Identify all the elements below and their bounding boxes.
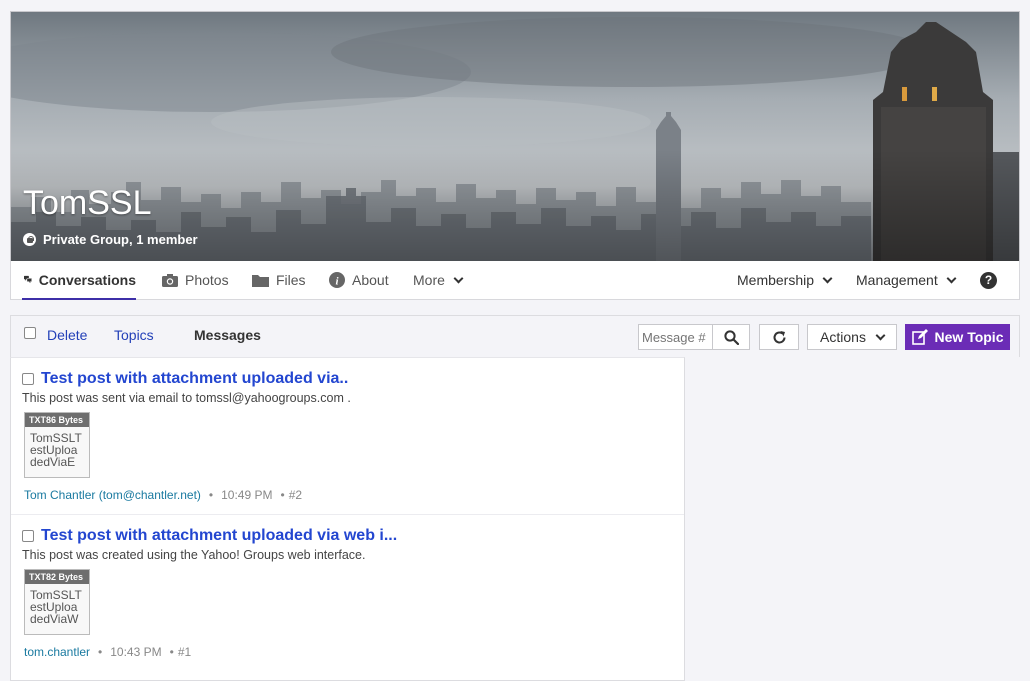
attachment-thumbnail[interactable]: TXT82 Bytes TomSSLTestUploadedViaW [24,569,90,635]
divider [11,514,684,515]
actions-label: Actions [820,329,866,345]
group-cover-banner: TomSSL Private Group, 1 member [10,11,1020,261]
bullet-separator: • [280,488,285,502]
folder-icon [252,274,269,287]
message-checkbox[interactable] [22,530,34,542]
refresh-button[interactable] [759,324,799,350]
search-icon [723,329,739,345]
cover-photo [11,12,1019,261]
chevron-down-icon [875,330,886,340]
chevron-down-icon [946,273,957,283]
message-time: 10:49 PM [221,488,273,502]
compose-icon [911,329,928,345]
message-list: Test post with attachment uploaded via..… [10,357,685,681]
tab-files[interactable]: Files [252,261,306,299]
message-number: #1 [177,645,192,659]
message-checkbox[interactable] [22,373,34,385]
tab-messages[interactable]: Messages [194,327,261,343]
attachment-filename: TomSSLTestUploadedViaE [30,431,82,469]
select-all-checkbox[interactable] [24,327,36,339]
attachment-thumbnail[interactable]: TXT86 Bytes TomSSLTestUploadedViaE [24,412,90,478]
membership-label: Membership [737,272,815,288]
delete-button[interactable]: Delete [47,327,87,343]
group-subtitle: Private Group, 1 member [43,232,198,247]
membership-menu[interactable]: Membership [737,261,833,299]
author-link[interactable]: tom.chantler [24,645,90,659]
author-link[interactable]: Tom Chantler (tom@chantler.net) [24,488,201,502]
conversations-icon [24,275,32,284]
refresh-icon [773,330,785,343]
group-nav-bar: Conversations Photos Files i About More … [10,261,1020,300]
group-name: TomSSL [23,184,152,222]
new-topic-label: New Topic [934,329,1004,345]
tab-topics[interactable]: Topics [114,327,154,343]
management-label: Management [856,272,938,288]
chevron-down-icon [822,273,833,283]
help-icon: ? [980,271,997,289]
group-privacy-info: Private Group, 1 member [23,232,198,247]
right-sidebar [685,357,1020,681]
tab-about[interactable]: i About [329,261,389,299]
messages-toolbar: Delete Topics Messages Actions New Topic [10,315,1020,357]
new-topic-button[interactable]: New Topic [905,324,1010,350]
message-meta: Tom Chantler (tom@chantler.net) • 10:49 … [24,488,302,502]
message-snippet: This post was created using the Yahoo! G… [22,548,366,562]
help-button[interactable]: ? [980,261,997,299]
info-icon: i [329,272,345,288]
camera-icon [162,273,178,287]
message-number-search [638,324,750,350]
tab-conversations[interactable]: Conversations [22,261,136,300]
bullet-separator: • [169,645,174,659]
message-meta: tom.chantler • 10:43 PM • #1 [24,645,191,659]
message-number-input[interactable] [639,325,713,349]
actions-dropdown[interactable]: Actions [807,324,897,350]
bullet-separator: • [98,645,103,659]
tab-more[interactable]: More [413,261,464,299]
message-time: 10:43 PM [110,645,162,659]
message-number: #2 [288,488,303,502]
message-title-link[interactable]: Test post with attachment uploaded via.. [41,370,348,388]
tab-files-label: Files [276,272,306,288]
tab-photos[interactable]: Photos [162,261,229,299]
message-title-link[interactable]: Test post with attachment uploaded via w… [41,527,397,545]
tab-about-label: About [352,272,389,288]
attachment-filename: TomSSLTestUploadedViaW [30,588,82,626]
chevron-down-icon [453,273,464,283]
tab-more-label: More [413,272,445,288]
tab-conversations-label: Conversations [38,271,136,288]
management-menu[interactable]: Management [856,261,957,299]
search-button[interactable] [713,325,749,349]
attachment-type-size: TXT86 Bytes [25,413,89,427]
lock-icon [23,233,36,246]
attachment-type-size: TXT82 Bytes [25,570,89,584]
tab-photos-label: Photos [185,272,229,288]
message-snippet: This post was sent via email to tomssl@y… [22,391,351,405]
bullet-separator: • [208,488,214,502]
